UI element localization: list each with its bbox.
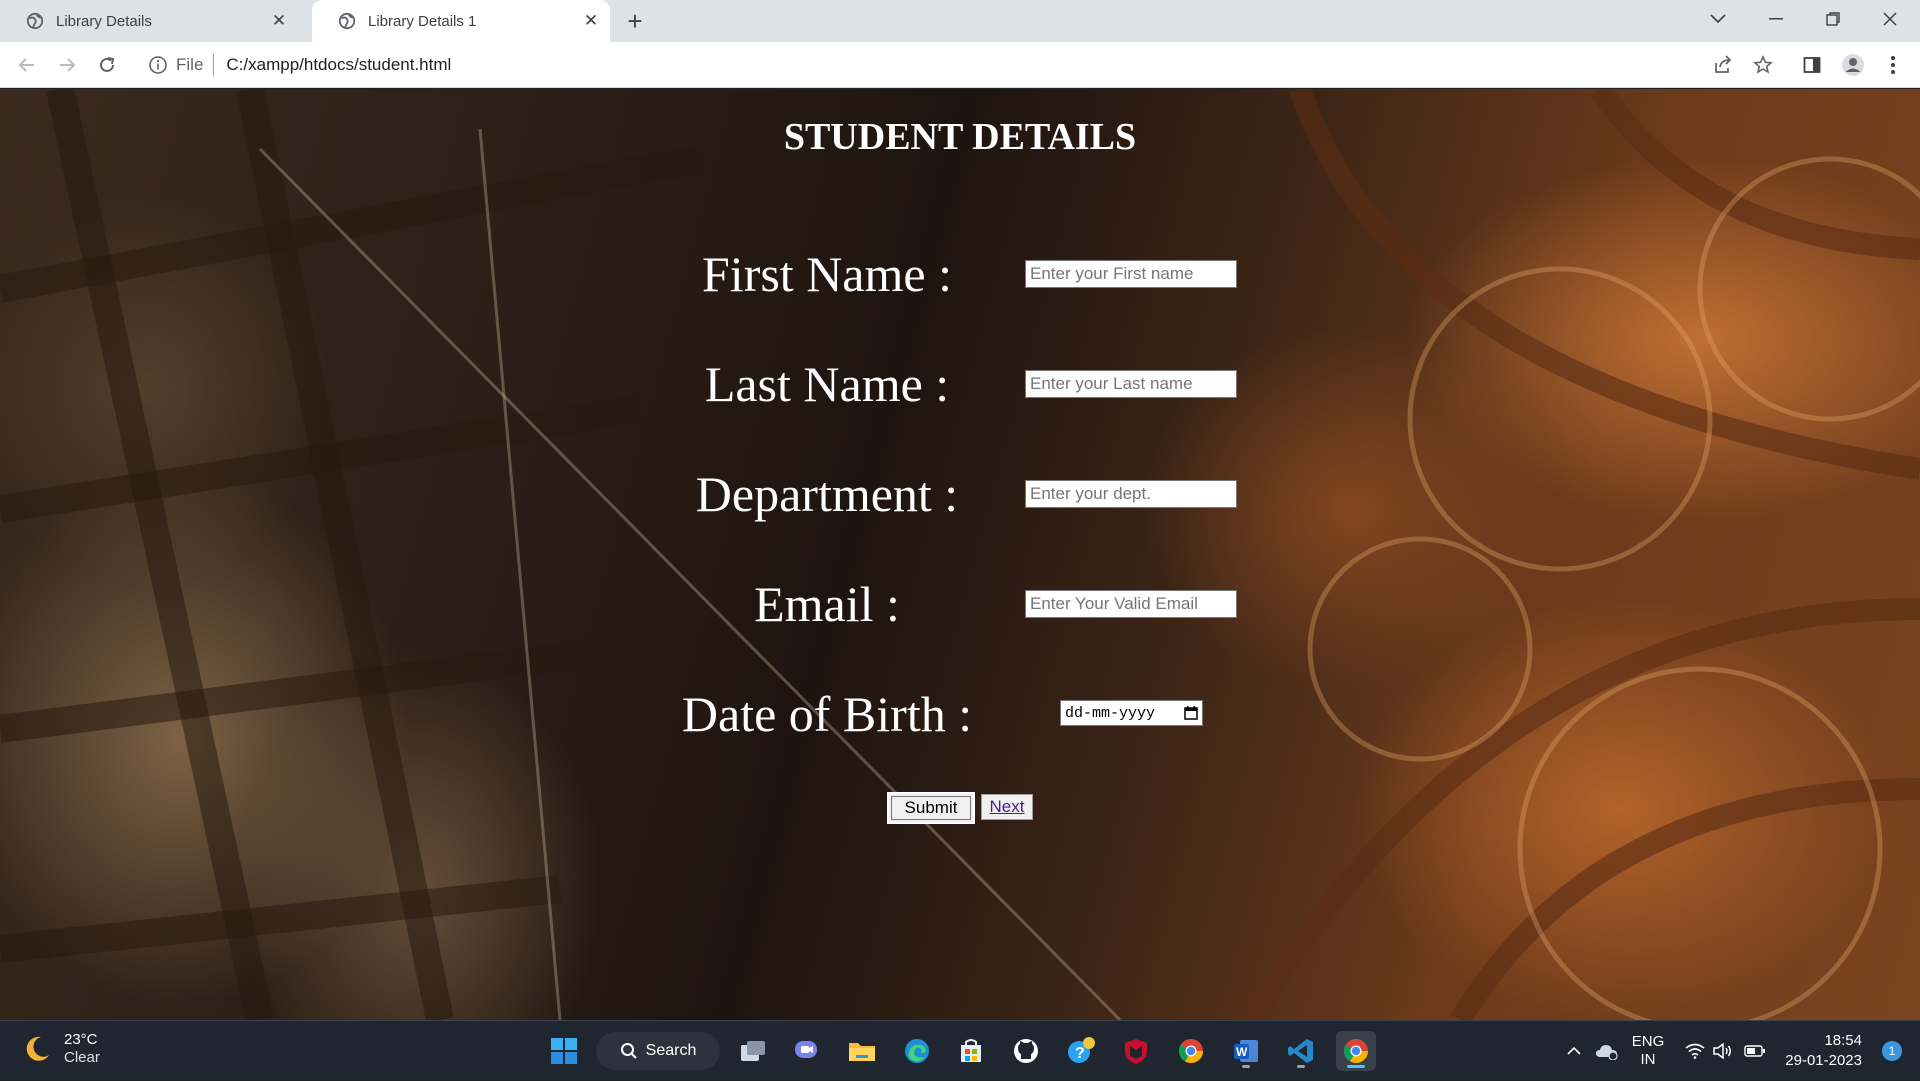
side-panel-icon[interactable]: [1797, 50, 1827, 80]
weather-temp: 23°C: [64, 1031, 98, 1048]
last-name-label: Last Name :: [704, 356, 950, 412]
github-icon[interactable]: [1006, 1031, 1046, 1071]
url-scheme: File: [176, 55, 204, 74]
teams-chat-icon[interactable]: [787, 1031, 827, 1071]
dob-label: Date of Birth :: [681, 686, 973, 742]
battery-icon[interactable]: [1740, 1021, 1770, 1081]
tab-title: Library Details: [56, 12, 152, 30]
clock-time: 18:54: [1824, 1032, 1862, 1049]
svg-text:W: W: [1236, 1045, 1248, 1059]
search-label: Search: [645, 1042, 697, 1059]
chrome-icon[interactable]: [1171, 1031, 1211, 1071]
department-input[interactable]: [1025, 480, 1237, 508]
dob-placeholder: dd-mm-yyyy: [1065, 704, 1156, 722]
language-line-1: ENG: [1631, 1033, 1665, 1050]
first-name-input[interactable]: [1025, 260, 1237, 288]
onedrive-icon[interactable]: [1592, 1021, 1622, 1081]
language-line-2: IN: [1640, 1051, 1656, 1068]
start-button[interactable]: [544, 1031, 584, 1071]
restore-icon[interactable]: [1805, 0, 1861, 38]
forward-icon[interactable]: [52, 50, 82, 80]
task-view-icon[interactable]: [733, 1031, 773, 1071]
department-label: Department :: [695, 466, 959, 522]
dob-date-input[interactable]: dd-mm-yyyy: [1060, 700, 1203, 726]
minimize-icon[interactable]: [1748, 0, 1804, 38]
taskbar-search[interactable]: Search: [596, 1032, 720, 1070]
bookmark-star-icon[interactable]: [1748, 50, 1778, 80]
url-text[interactable]: C:/xampp/htdocs/student.html: [226, 55, 451, 75]
help-app-icon[interactable]: ?: [1061, 1031, 1101, 1071]
tab-library-details-1[interactable]: Library Details 1 ✕: [312, 0, 610, 42]
email-label: Email :: [754, 576, 900, 632]
tab-search-icon[interactable]: [1690, 0, 1746, 38]
windows-logo-icon: [551, 1038, 577, 1064]
address-divider: [213, 54, 215, 76]
svg-text:?: ?: [1075, 1045, 1085, 1062]
wifi-icon[interactable]: [1682, 1021, 1708, 1081]
system-clock[interactable]: 18:54 29-01-2023: [1785, 1031, 1862, 1071]
mcafee-icon[interactable]: [1116, 1031, 1156, 1071]
close-icon[interactable]: ✕: [582, 11, 600, 30]
reload-icon[interactable]: [92, 50, 122, 80]
new-tab-button[interactable]: +: [620, 6, 650, 36]
form-actions: Submit Next: [0, 792, 1920, 828]
language-indicator[interactable]: ENG IN: [1628, 1021, 1668, 1081]
running-indicator: [1347, 1065, 1365, 1068]
info-icon[interactable]: [148, 55, 168, 75]
running-indicator: [1242, 1065, 1250, 1068]
tab-library-details[interactable]: Library Details ✕: [0, 0, 298, 42]
form-row-first-name: First Name :: [0, 244, 1920, 304]
word-icon[interactable]: W: [1226, 1031, 1266, 1071]
tab-title: Library Details 1: [368, 12, 477, 30]
back-icon[interactable]: [12, 50, 42, 80]
chrome-active-icon[interactable]: [1336, 1031, 1376, 1071]
tab-strip: Library Details ✕ Library Details 1 ✕ +: [0, 0, 1920, 42]
globe-icon: [338, 12, 356, 30]
close-window-icon[interactable]: [1862, 0, 1918, 38]
form-row-last-name: Last Name :: [0, 354, 1920, 414]
close-icon[interactable]: ✕: [270, 11, 288, 30]
first-name-label: First Name :: [702, 246, 952, 302]
windows-taskbar: 23°C Clear Search ? W ENG IN 18:54 29-01…: [0, 1020, 1920, 1080]
running-indicator: [1297, 1065, 1305, 1068]
globe-icon: [26, 12, 44, 30]
next-link[interactable]: Next: [981, 794, 1033, 820]
moon-icon: [26, 1036, 49, 1061]
form-row-dob: Date of Birth : dd-mm-yyyy: [0, 684, 1920, 744]
background-photo: [0, 89, 1920, 1020]
address-bar[interactable]: File C:/xampp/htdocs/student.html: [136, 47, 1696, 83]
kebab-menu-icon[interactable]: [1878, 50, 1908, 80]
submit-button[interactable]: Submit: [887, 792, 975, 824]
weather-widget[interactable]: 23°C Clear: [22, 1031, 100, 1067]
notification-badge[interactable]: 1: [1882, 1041, 1902, 1061]
profile-avatar-icon[interactable]: [1838, 50, 1868, 80]
vscode-icon[interactable]: [1281, 1031, 1321, 1071]
form-row-department: Department :: [0, 464, 1920, 524]
page-title: STUDENT DETAILS: [783, 116, 1137, 158]
email-input[interactable]: [1025, 590, 1237, 618]
clock-date: 29-01-2023: [1785, 1052, 1862, 1069]
microsoft-store-icon[interactable]: [951, 1031, 991, 1071]
file-explorer-icon[interactable]: [842, 1031, 882, 1071]
weather-condition: Clear: [64, 1049, 100, 1066]
last-name-input[interactable]: [1025, 370, 1237, 398]
form-row-email: Email :: [0, 574, 1920, 634]
volume-icon[interactable]: [1710, 1021, 1736, 1081]
share-icon[interactable]: [1708, 50, 1738, 80]
browser-toolbar: File C:/xampp/htdocs/student.html: [0, 42, 1920, 88]
search-icon: [620, 1043, 637, 1059]
show-hidden-icons-icon[interactable]: [1562, 1021, 1586, 1081]
page-background: STUDENT DETAILS First Name : Last Name :…: [0, 89, 1920, 1020]
edge-browser-icon[interactable]: [897, 1031, 937, 1071]
calendar-icon[interactable]: [1184, 706, 1198, 720]
